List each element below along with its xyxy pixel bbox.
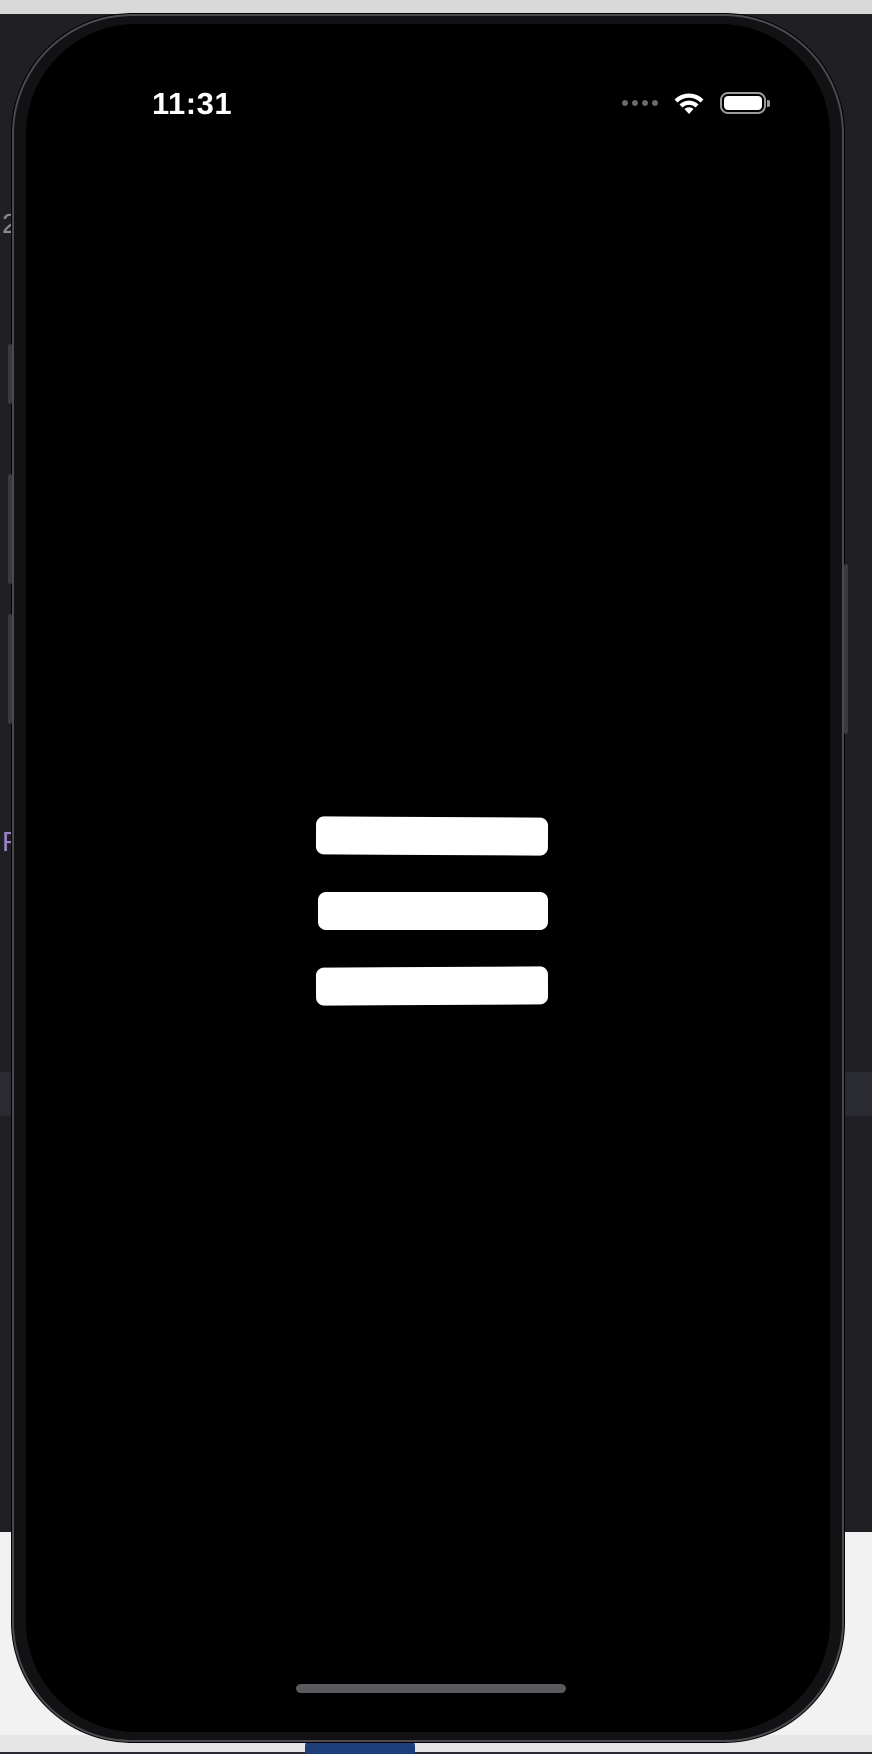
wifi-icon [672, 90, 706, 116]
menu-icon-bar-middle [318, 892, 548, 930]
menu-icon-bar-bottom [315, 966, 549, 1006]
mute-switch [8, 344, 12, 404]
status-icons [622, 90, 770, 116]
menu-icon[interactable] [315, 816, 550, 1017]
battery-icon [720, 92, 770, 114]
backdrop-top-strip [0, 0, 872, 14]
power-button [844, 564, 848, 734]
phone-screen: 11:31 [26, 24, 830, 1732]
menu-icon-bar-top [315, 816, 549, 856]
battery-level [724, 96, 762, 110]
status-time: 11:31 [152, 86, 233, 121]
cellular-signal-icon [622, 100, 658, 106]
volume-down-button [8, 614, 12, 724]
status-bar: 11:31 [26, 24, 830, 134]
phone-simulator-frame: 11:31 [8, 14, 848, 1742]
home-indicator[interactable] [296, 1684, 566, 1693]
volume-up-button [8, 474, 12, 584]
